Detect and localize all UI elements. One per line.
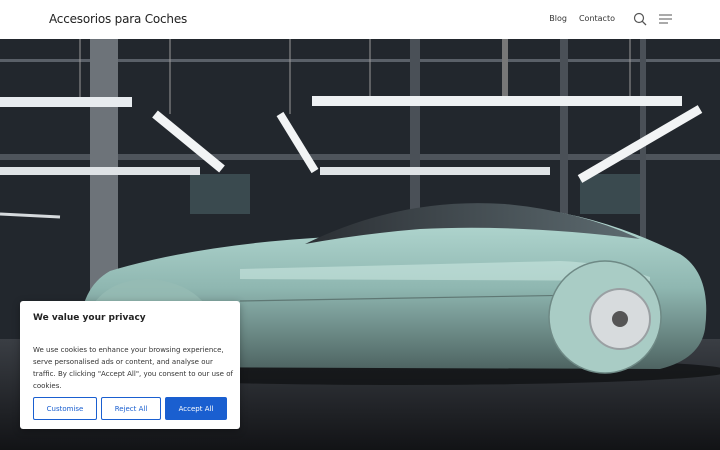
cookie-title: We value your privacy — [33, 313, 146, 323]
search-icon[interactable] — [633, 12, 647, 26]
reject-all-button[interactable]: Reject All — [101, 397, 161, 420]
site-brand[interactable]: Accesorios para Coches — [49, 12, 187, 26]
nav-link-blog[interactable]: Blog — [549, 14, 567, 23]
site-header: Accesorios para Coches Blog Contacto — [0, 0, 720, 39]
cookie-text: We use cookies to enhance your browsing … — [33, 346, 233, 390]
main-nav: Blog Contacto — [549, 14, 615, 23]
accept-all-button[interactable]: Accept All — [165, 397, 227, 420]
menu-icon[interactable] — [659, 13, 672, 25]
nav-link-contacto[interactable]: Contacto — [579, 14, 615, 23]
cookie-consent-banner: We value your privacy We use cookies to … — [20, 301, 240, 429]
customise-button[interactable]: Customise — [33, 397, 97, 420]
